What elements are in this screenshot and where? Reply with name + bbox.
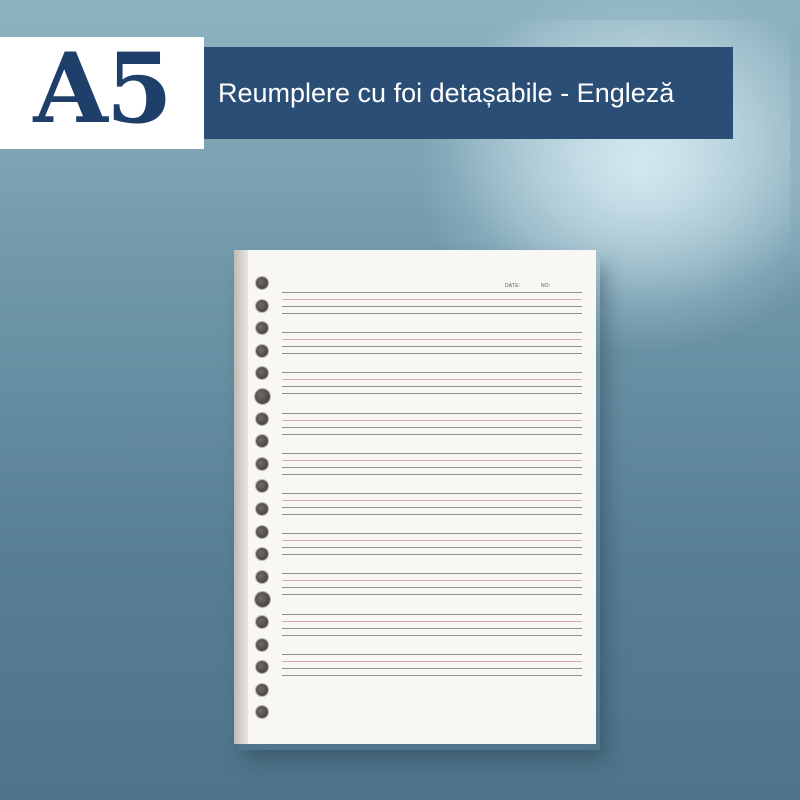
grey-ruled-line bbox=[282, 614, 582, 615]
binder-hole bbox=[255, 389, 270, 404]
grey-ruled-line bbox=[282, 346, 582, 347]
grey-ruled-line bbox=[282, 306, 582, 307]
grey-ruled-line bbox=[282, 474, 582, 475]
date-label: DATE: bbox=[505, 283, 521, 289]
grey-ruled-line bbox=[282, 434, 582, 435]
grey-ruled-line bbox=[282, 533, 582, 534]
binder-hole bbox=[256, 661, 268, 673]
binder-hole bbox=[256, 503, 268, 515]
grey-ruled-line bbox=[282, 628, 582, 629]
red-guide-line bbox=[282, 500, 582, 501]
grey-ruled-line bbox=[282, 413, 582, 414]
grey-ruled-line bbox=[282, 353, 582, 354]
grey-ruled-line bbox=[282, 635, 582, 636]
title-banner-text: Reumplere cu foi detașabile - Engleză bbox=[218, 78, 675, 108]
red-guide-line bbox=[282, 460, 582, 461]
binder-hole bbox=[256, 435, 268, 447]
grey-ruled-line bbox=[282, 587, 582, 588]
red-guide-line bbox=[282, 379, 582, 380]
notebook-sheet bbox=[234, 250, 596, 744]
grey-ruled-line bbox=[282, 427, 582, 428]
binder-hole bbox=[256, 616, 268, 628]
binder-hole bbox=[256, 322, 268, 334]
grey-ruled-line bbox=[282, 594, 582, 595]
grey-ruled-line bbox=[282, 332, 582, 333]
grey-ruled-line bbox=[282, 372, 582, 373]
binder-hole bbox=[256, 345, 268, 357]
grey-ruled-line bbox=[282, 668, 582, 669]
red-guide-line bbox=[282, 621, 582, 622]
binder-hole bbox=[256, 458, 268, 470]
grey-ruled-line bbox=[282, 554, 582, 555]
binder-hole bbox=[256, 571, 268, 583]
binder-hole bbox=[256, 480, 268, 492]
grey-ruled-line bbox=[282, 313, 582, 314]
grey-ruled-line bbox=[282, 514, 582, 515]
grey-ruled-line bbox=[282, 386, 582, 387]
binder-hole bbox=[255, 592, 270, 607]
grey-ruled-line bbox=[282, 493, 582, 494]
number-label: NO: bbox=[541, 283, 551, 289]
grey-ruled-line bbox=[282, 507, 582, 508]
binder-hole bbox=[256, 367, 268, 379]
sheet-binding-strip bbox=[234, 250, 248, 744]
grey-ruled-line bbox=[282, 453, 582, 454]
binder-hole bbox=[256, 413, 268, 425]
red-guide-line bbox=[282, 299, 582, 300]
binder-hole bbox=[256, 684, 268, 696]
binder-hole bbox=[256, 548, 268, 560]
red-guide-line bbox=[282, 420, 582, 421]
red-guide-line bbox=[282, 661, 582, 662]
grey-ruled-line bbox=[282, 654, 582, 655]
red-guide-line bbox=[282, 540, 582, 541]
grey-ruled-line bbox=[282, 467, 582, 468]
binder-hole bbox=[256, 639, 268, 651]
grey-ruled-line bbox=[282, 573, 582, 574]
red-guide-line bbox=[282, 339, 582, 340]
grey-ruled-line bbox=[282, 292, 582, 293]
grey-ruled-line bbox=[282, 547, 582, 548]
grey-ruled-line bbox=[282, 393, 582, 394]
red-guide-line bbox=[282, 580, 582, 581]
binder-hole bbox=[256, 277, 268, 289]
grey-ruled-line bbox=[282, 675, 582, 676]
binder-hole bbox=[256, 300, 268, 312]
binder-hole bbox=[256, 706, 268, 718]
size-badge-text: A5 bbox=[33, 32, 172, 145]
binder-hole bbox=[256, 526, 268, 538]
